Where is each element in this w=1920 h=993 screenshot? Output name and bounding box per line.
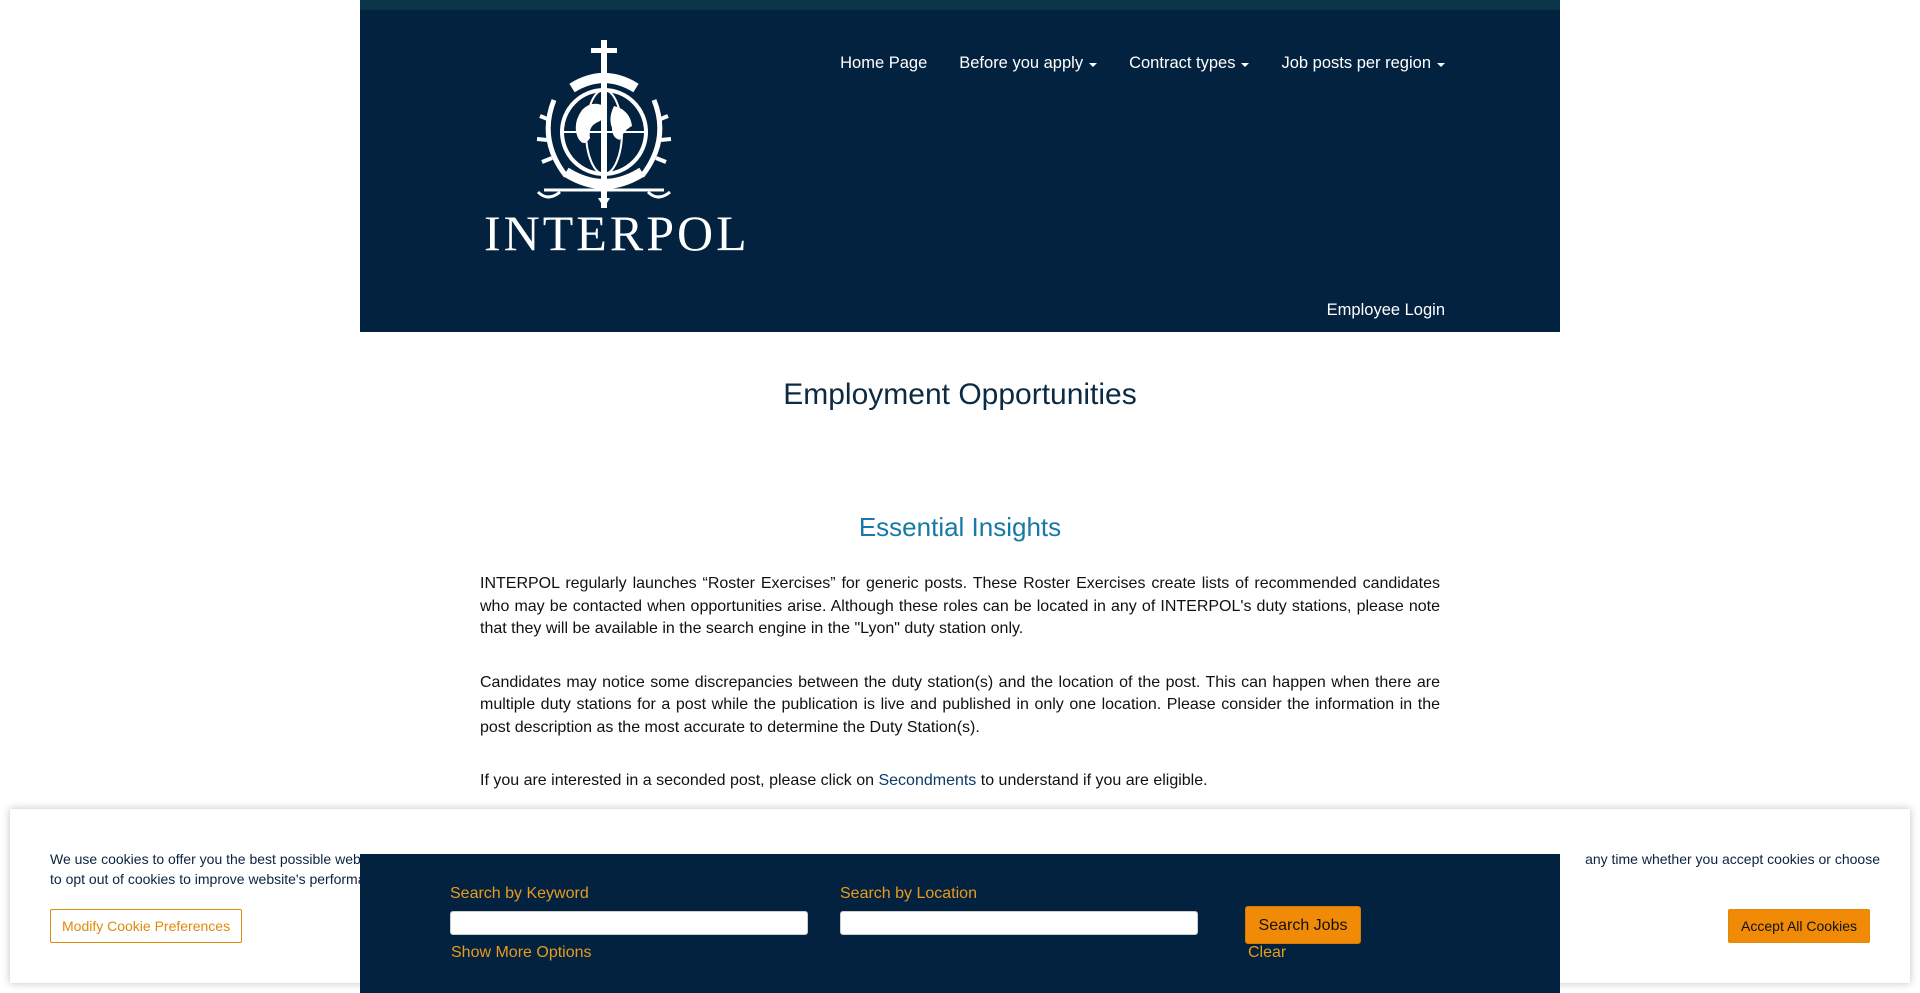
- site-header: INTERPOL Home Page Before you apply Cont…: [360, 0, 1560, 332]
- paragraph-secondments-text-end: to understand if you are eligible.: [976, 772, 1208, 789]
- keyword-input[interactable]: [450, 911, 808, 935]
- employee-login-link[interactable]: Employee Login: [1327, 301, 1445, 320]
- paragraph-secondments-text: If you are interested in a seconded post…: [480, 772, 879, 789]
- accept-all-cookies-button[interactable]: Accept All Cookies: [1728, 909, 1870, 943]
- caret-down-icon: [1089, 62, 1098, 67]
- main-navigation: Home Page Before you apply Contract type…: [840, 54, 1445, 73]
- paragraph-duty-station: Candidates may notice some discrepancies…: [480, 673, 1440, 736]
- location-label: Search by Location: [840, 885, 977, 902]
- search-jobs-button[interactable]: Search Jobs: [1245, 906, 1361, 944]
- interpol-logo[interactable]: INTERPOL: [484, 40, 750, 261]
- cookie-message-line-1-end: any time whether you accept cookies or c…: [1585, 851, 1880, 867]
- cookie-message-line-1-start: We use cookies to offer you the best pos…: [50, 851, 361, 867]
- location-input[interactable]: [840, 911, 1198, 935]
- logo-wordmark: INTERPOL: [484, 205, 750, 261]
- paragraph-secondments: If you are interested in a seconded post…: [480, 770, 1440, 793]
- job-search-bar: Search by Keyword Show More Options Sear…: [360, 854, 1560, 993]
- secondments-link[interactable]: Secondments: [878, 772, 976, 789]
- main-content: INTERPOL regularly launches “Roster Exer…: [480, 573, 1440, 824]
- nav-before-you-apply-label: Before you apply: [959, 54, 1084, 72]
- paragraph-roster: INTERPOL regularly launches “Roster Exer…: [480, 575, 1440, 637]
- nav-before-you-apply[interactable]: Before you apply: [959, 54, 1098, 73]
- nav-home-label: Home Page: [840, 54, 928, 72]
- show-more-options-link[interactable]: Show More Options: [451, 944, 592, 962]
- header-top-bar: [360, 0, 1560, 10]
- section-title: Essential Insights: [858, 512, 1062, 542]
- nav-home[interactable]: Home Page: [840, 54, 927, 73]
- caret-down-icon: [1241, 62, 1250, 67]
- nav-contract-types-label: Contract types: [1129, 54, 1236, 72]
- nav-job-posts-per-region-label: Job posts per region: [1281, 54, 1431, 72]
- keyword-label: Search by Keyword: [450, 885, 589, 902]
- page-title: Employment Opportunities: [783, 378, 1137, 411]
- nav-job-posts-per-region[interactable]: Job posts per region: [1281, 54, 1445, 73]
- nav-contract-types[interactable]: Contract types: [1129, 54, 1250, 73]
- clear-link[interactable]: Clear: [1248, 944, 1286, 962]
- modify-cookie-preferences-button[interactable]: Modify Cookie Preferences: [50, 909, 243, 943]
- caret-down-icon: [1437, 62, 1445, 67]
- interpol-seal-icon: [536, 40, 672, 208]
